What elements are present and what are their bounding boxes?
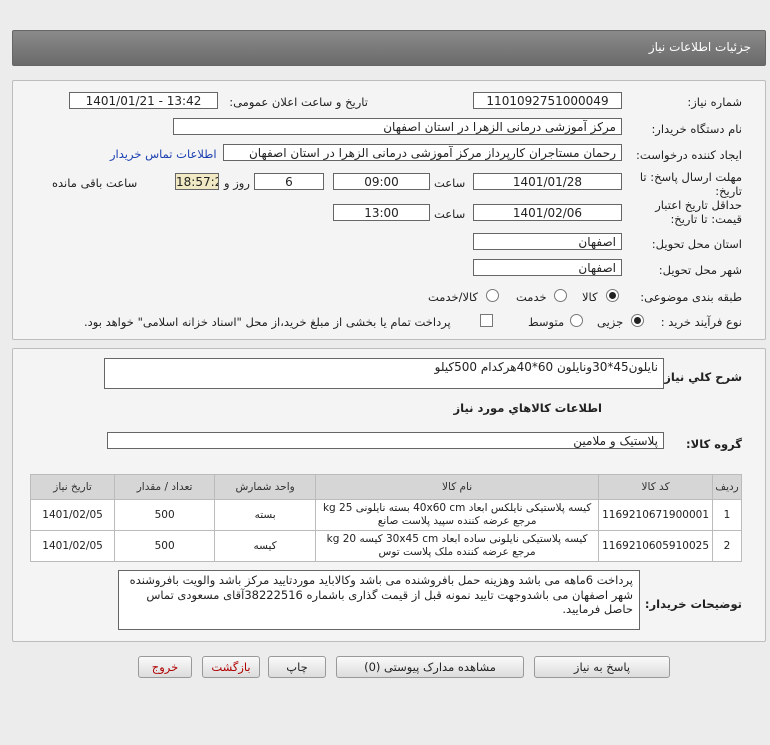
cell-qty: 500 xyxy=(114,530,216,562)
validity-date-field: 1401/02/06 xyxy=(473,204,622,221)
table-row: 2 1169210605910025 کیسه پلاستیکی نایلونی… xyxy=(29,530,742,562)
th-date: تاریخ نیاز xyxy=(29,474,116,500)
reply-deadline-label: مهلت ارسال پاسخ: تا تاریخ: xyxy=(632,170,742,198)
city-field: اصفهان xyxy=(473,259,622,276)
process-label: نوع فرآیند خرید : xyxy=(660,315,742,329)
province-field: اصفهان xyxy=(473,233,622,250)
description-field: نایلون45*30ونایلون 60*40هرکدام 500کیلو xyxy=(104,358,664,389)
process-option-medium: متوسط xyxy=(528,315,565,329)
city-label: شهر محل تحویل: xyxy=(658,263,742,277)
reply-button[interactable]: پاسخ به نیاز xyxy=(534,656,670,678)
reply-deadline-text: مهلت ارسال پاسخ: تا تاریخ: xyxy=(639,170,742,198)
remaining-time-field: 18:57:21 xyxy=(175,173,219,190)
cell-date: 1401/02/05 xyxy=(29,530,116,562)
process-radio-minor[interactable] xyxy=(631,314,644,327)
goods-group-label: گروه کالا: xyxy=(686,437,742,451)
cell-name: کیسه پلاستیکی نایلونی ساده ابعاد 30x45 c… xyxy=(315,530,600,562)
validity-time-label: ساعت xyxy=(434,207,466,221)
cell-row: 1 xyxy=(712,499,742,531)
creator-label: ایجاد کننده درخواست: xyxy=(636,148,742,162)
buyer-org-field: مرکز آموزشی درمانی الزهرا در استان اصفها… xyxy=(173,118,622,135)
need-number-field: 1101092751000049 xyxy=(473,92,622,109)
goods-section-title: اطلاعات کالاهاي مورد نياز xyxy=(453,401,602,415)
reply-time-field: 09:00 xyxy=(333,173,430,190)
category-radio-service[interactable] xyxy=(554,289,567,302)
goods-group-field: پلاستیک و ملامین xyxy=(107,432,664,449)
buyer-notes-field: پرداخت 6ماهه می باشد وهزینه حمل بافروشند… xyxy=(118,570,640,630)
cell-unit: کیسه xyxy=(214,530,317,562)
item-supplier: مرجع عرضه کننده ملک پلاست توس xyxy=(378,546,536,558)
category-radio-goods[interactable] xyxy=(606,289,619,302)
reply-time-label: ساعت xyxy=(434,176,466,190)
category-option-goods-service: کالا/خدمت xyxy=(428,290,479,304)
th-unit: واحد شمارش xyxy=(214,474,317,500)
th-row: ردیف xyxy=(712,474,742,500)
province-label: استان محل تحویل: xyxy=(651,237,742,251)
validity-time-field: 13:00 xyxy=(333,204,430,221)
view-documents-button[interactable]: مشاهده مدارک پیوستی (0) xyxy=(336,656,524,678)
item-name: کیسه پلاستیکی نایلکس ابعاد 40x60 cm بسته… xyxy=(322,502,592,514)
days-field: 6 xyxy=(254,173,324,190)
cell-row: 2 xyxy=(712,530,742,562)
exit-button[interactable]: خروج xyxy=(138,656,192,678)
th-name: نام کالا xyxy=(315,474,600,500)
back-button[interactable]: بازگشت xyxy=(202,656,260,678)
category-radio-goods-service[interactable] xyxy=(486,289,499,302)
creator-field: رحمان مستاجران کارپرداز مرکز آموزشی درما… xyxy=(223,144,622,161)
cell-date: 1401/02/05 xyxy=(29,499,116,531)
announce-label: تاریخ و ساعت اعلان عمومی: xyxy=(229,95,368,109)
cell-unit: بسته xyxy=(214,499,317,531)
category-label: طبقه بندی موضوعی: xyxy=(640,290,742,304)
cell-code: 1169210671900001 xyxy=(598,499,713,531)
remaining-label: ساعت باقی مانده xyxy=(52,176,138,190)
validity-text: حداقل تاریخ اعتبار قیمت: تا تاریخ: xyxy=(655,198,742,226)
days-label: روز و xyxy=(224,176,250,190)
page-header: جزئیات اطلاعات نیاز xyxy=(12,30,766,66)
process-radio-medium[interactable] xyxy=(570,314,583,327)
buyer-org-label: نام دستگاه خریدار: xyxy=(651,122,742,136)
category-option-goods: کالا xyxy=(582,290,598,304)
payment-note: پرداخت تمام یا بخشی از مبلغ خرید،از محل … xyxy=(84,315,451,329)
th-code: کد کالا xyxy=(598,474,713,500)
treasury-checkbox[interactable] xyxy=(480,314,493,327)
th-qty: تعداد / مقدار xyxy=(114,474,216,500)
buyer-notes-label: توضیحات خریدار: xyxy=(644,597,742,611)
item-name: کیسه پلاستیکی نایلونی ساده ابعاد 30x45 c… xyxy=(326,533,588,545)
reply-date-field: 1401/01/28 xyxy=(473,173,622,190)
table-row: 1 1169210671900001 کیسه پلاستیکی نایلکس … xyxy=(29,499,742,531)
print-button[interactable]: چاپ xyxy=(268,656,326,678)
buyer-contact-link[interactable]: اطلاعات تماس خریدار xyxy=(110,147,217,161)
announce-field: 1401/01/21 - 13:42 xyxy=(69,92,218,109)
cell-name: کیسه پلاستیکی نایلکس ابعاد 40x60 cm بسته… xyxy=(315,499,600,531)
cell-qty: 500 xyxy=(114,499,216,531)
item-supplier: مرجع عرضه کننده سپید پلاست صانع xyxy=(377,515,537,527)
table-header-row: ردیف کد کالا نام کالا واحد شمارش تعداد /… xyxy=(29,474,742,500)
cell-code: 1169210605910025 xyxy=(598,530,713,562)
goods-table: ردیف کد کالا نام کالا واحد شمارش تعداد /… xyxy=(29,474,742,562)
validity-label: حداقل تاریخ اعتبار قیمت: تا تاریخ: xyxy=(632,198,742,226)
description-label: شرح کلي نياز: xyxy=(659,370,742,384)
category-option-service: خدمت xyxy=(516,290,547,304)
need-number-label: شماره نیاز: xyxy=(687,95,742,109)
page-title: جزئیات اطلاعات نیاز xyxy=(648,40,751,54)
process-option-minor: جزیی xyxy=(597,315,624,329)
